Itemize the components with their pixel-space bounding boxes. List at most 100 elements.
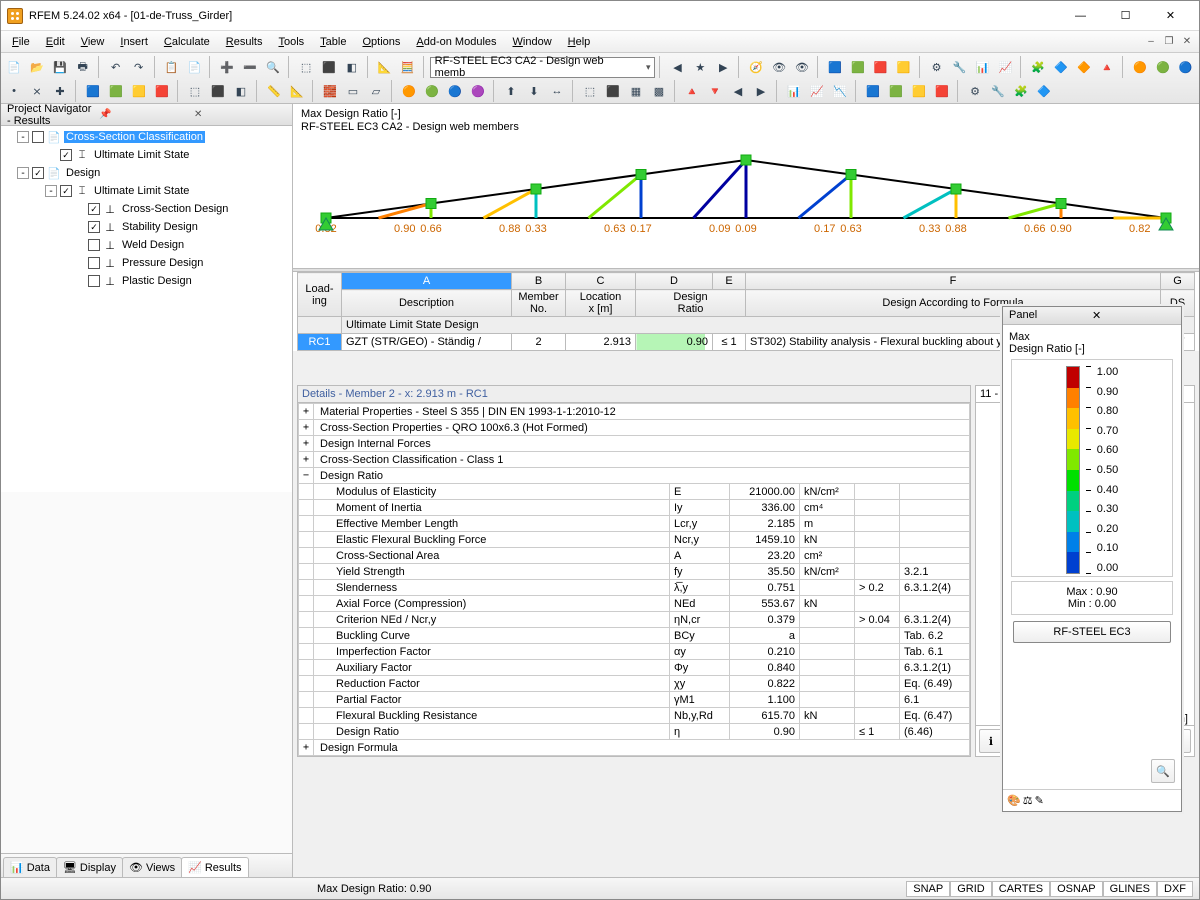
tree-item[interactable]: ⊥Weld Design <box>3 236 290 254</box>
menu-tools[interactable]: Tools <box>271 34 311 50</box>
tb-n4-icon[interactable]: 🟣 <box>467 80 489 102</box>
mdi-max-icon[interactable]: ❐ <box>1161 35 1177 49</box>
tb-m3-icon[interactable]: 🔶 <box>1073 56 1095 78</box>
tb-c4-icon[interactable]: 🟨 <box>893 56 915 78</box>
tb-view2-icon[interactable]: 👁 <box>791 56 813 78</box>
tb-find-icon[interactable]: 🔍 <box>262 56 284 78</box>
tb-s3-icon[interactable]: ◧ <box>230 80 252 102</box>
tb-r2-icon[interactable]: 📈 <box>806 80 828 102</box>
status-glines[interactable]: GLINES <box>1103 881 1157 897</box>
tb-s1-icon[interactable]: ⬚ <box>184 80 206 102</box>
mdi-close-icon[interactable]: ✕ <box>1179 35 1195 49</box>
tb-s2-icon[interactable]: ⬛ <box>207 80 229 102</box>
tree-item[interactable]: ✓⊥Cross-Section Design <box>3 200 290 218</box>
tb-lr-icon[interactable]: ↔ <box>546 80 568 102</box>
expand-icon[interactable]: - <box>17 131 29 143</box>
close-button[interactable]: ✕ <box>1148 2 1193 30</box>
tree-item[interactable]: ⊥Pressure Design <box>3 254 290 272</box>
tb-y1-icon[interactable]: ⚙ <box>964 80 986 102</box>
tb-box-icon[interactable]: ⬛ <box>318 56 340 78</box>
checkbox[interactable] <box>88 275 100 287</box>
tb-o1-icon[interactable]: 🟠 <box>1129 56 1151 78</box>
menu-add-on-modules[interactable]: Add-on Modules <box>409 34 503 50</box>
mdi-min-icon[interactable]: – <box>1143 35 1159 49</box>
tb-r3-icon[interactable]: 📉 <box>829 80 851 102</box>
tb-redo-icon[interactable]: ↷ <box>128 56 150 78</box>
status-cartes[interactable]: CARTES <box>992 881 1050 897</box>
menu-calculate[interactable]: Calculate <box>157 34 217 50</box>
balance-icon[interactable]: ⚖ <box>1023 794 1033 807</box>
tb-next-icon[interactable]: ▶ <box>712 56 734 78</box>
tb-t3-icon[interactable]: ◀ <box>727 80 749 102</box>
tree-item[interactable]: -✓📄Design <box>3 164 290 182</box>
tb-plot-icon[interactable]: 📈 <box>994 56 1016 78</box>
tb-r1-icon[interactable]: 📊 <box>783 80 805 102</box>
tb-d-icon[interactable]: 🟥 <box>151 80 173 102</box>
tb-nav-icon[interactable]: 🧭 <box>745 56 767 78</box>
nav-tab-display[interactable]: 🖥Display <box>56 857 123 877</box>
tb-c-icon[interactable]: 🟨 <box>128 80 150 102</box>
nav-tab-data[interactable]: 📊Data <box>3 857 57 877</box>
tb-ang-icon[interactable]: 📐 <box>286 80 308 102</box>
expand-icon[interactable]: - <box>45 185 57 197</box>
tb-x2-icon[interactable]: 🟩 <box>885 80 907 102</box>
tb-add-icon[interactable]: ➕ <box>216 56 238 78</box>
tb-print-icon[interactable]: 🖶 <box>72 56 94 78</box>
tb-remove-icon[interactable]: ➖ <box>239 56 261 78</box>
tb-p-icon[interactable]: • <box>3 80 25 102</box>
tb-g4-icon[interactable]: ▩ <box>648 80 670 102</box>
menu-options[interactable]: Options <box>355 34 407 50</box>
checkbox[interactable] <box>88 239 100 251</box>
tb-y4-icon[interactable]: 🔷 <box>1033 80 1055 102</box>
tb-new-icon[interactable]: 📄 <box>3 56 25 78</box>
tb-t4-icon[interactable]: ▶ <box>750 80 772 102</box>
tree-item[interactable]: ✓⌶Ultimate Limit State <box>3 146 290 164</box>
tb-view-icon[interactable]: 👁 <box>768 56 790 78</box>
menu-results[interactable]: Results <box>219 34 270 50</box>
tb-prev-icon[interactable]: ◀ <box>666 56 688 78</box>
tb-half-icon[interactable]: ◧ <box>341 56 363 78</box>
case-combo[interactable]: RF-STEEL EC3 CA2 - Design web memb <box>430 57 656 78</box>
tb-m2-icon[interactable]: 🔷 <box>1050 56 1072 78</box>
status-osnap[interactable]: OSNAP <box>1050 881 1103 897</box>
tb-g2-icon[interactable]: ⬛ <box>602 80 624 102</box>
tb-open-icon[interactable]: 📂 <box>26 56 48 78</box>
minimize-button[interactable]: — <box>1058 2 1103 30</box>
tb-c3-icon[interactable]: 🟥 <box>870 56 892 78</box>
tb-set-icon[interactable]: ⚙ <box>926 56 948 78</box>
truss-view[interactable]: 0.820.900.660.880.330.630.170.090.090.17… <box>293 138 1199 268</box>
tb-c1-icon[interactable]: 🟦 <box>824 56 846 78</box>
expand-icon[interactable]: - <box>17 167 29 179</box>
tb-x4-icon[interactable]: 🟥 <box>931 80 953 102</box>
tb-a-icon[interactable]: 🟦 <box>82 80 104 102</box>
nav-tab-views[interactable]: 👁Views <box>122 857 182 877</box>
checkbox[interactable]: ✓ <box>32 167 44 179</box>
tb-x-icon[interactable]: ⨯ <box>26 80 48 102</box>
edit-icon[interactable]: ✎ <box>1035 794 1044 807</box>
palette-icon[interactable]: 🎨 <box>1007 794 1021 807</box>
tb-dim-icon[interactable]: 📏 <box>263 80 285 102</box>
tb-res-icon[interactable]: 📊 <box>971 56 993 78</box>
checkbox[interactable] <box>32 131 44 143</box>
navigator-tree[interactable]: -📄Cross-Section Classification✓⌶Ultimate… <box>1 126 292 492</box>
status-dxf[interactable]: DXF <box>1157 881 1193 897</box>
tb-x3-icon[interactable]: 🟨 <box>908 80 930 102</box>
tb-sel-icon[interactable]: ⬚ <box>295 56 317 78</box>
tb-grid-icon[interactable]: 📐 <box>374 56 396 78</box>
tb-fav-icon[interactable]: ★ <box>689 56 711 78</box>
tb-m4-icon[interactable]: 🔺 <box>1096 56 1118 78</box>
tb-pl-icon[interactable]: ✚ <box>49 80 71 102</box>
tb-copy-icon[interactable]: 📋 <box>161 56 183 78</box>
tree-item[interactable]: -✓⌶Ultimate Limit State <box>3 182 290 200</box>
menu-insert[interactable]: Insert <box>113 34 155 50</box>
tb-x1-icon[interactable]: 🟦 <box>862 80 884 102</box>
maximize-button[interactable]: ☐ <box>1103 2 1148 30</box>
pin-icon[interactable]: 📌 <box>96 109 191 120</box>
checkbox[interactable]: ✓ <box>88 203 100 215</box>
tb-undo-icon[interactable]: ↶ <box>105 56 127 78</box>
panel-close-icon[interactable]: ✕ <box>1092 309 1175 322</box>
tb-t2-icon[interactable]: 🔻 <box>704 80 726 102</box>
menu-file[interactable]: File <box>5 34 37 50</box>
tb-t1-icon[interactable]: 🔺 <box>681 80 703 102</box>
tb-dn-icon[interactable]: ⬇ <box>523 80 545 102</box>
